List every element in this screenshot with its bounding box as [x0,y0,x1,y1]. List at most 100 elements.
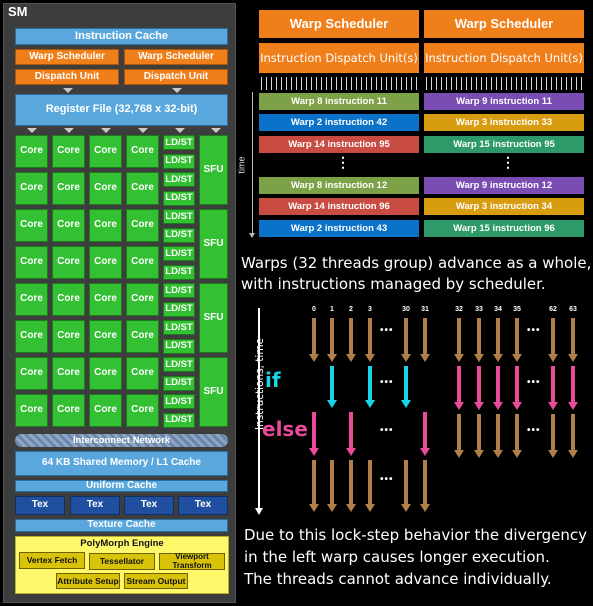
if-thread-arrow-head-icon [327,400,337,408]
thread-index: 32 [455,306,463,313]
shared-memory: 64 KB Shared Memory / L1 Cache [15,451,228,476]
ldst-unit: LD/ST [163,227,195,243]
ellipsis-icon: ••• [380,325,394,336]
ldst-unit: LD/ST [163,412,195,428]
viewport-transform: Viewport Transform [159,552,225,570]
ellipsis-icon: ••• [527,377,541,388]
thread-arrow-head-icon [493,450,503,458]
branch-thread-arrow [457,366,461,403]
ellipsis-icon: ••• [380,474,394,485]
thread-arrow-head-icon [346,354,356,362]
core-unit: Core [52,135,85,168]
thread-index: 0 [312,306,316,313]
tex-unit: Tex [15,496,65,515]
if-thread-arrow-head-icon [365,400,375,408]
core-unit: Core [52,283,85,316]
if-thread-arrow [330,366,334,401]
core-unit: Core [52,357,85,390]
else-thread-arrow-head-icon [420,448,430,456]
tex-unit: Tex [70,496,120,515]
thread-arrow [571,414,575,451]
thread-arrow [330,460,334,505]
core-unit: Core [15,172,48,205]
core-unit: Core [52,172,85,205]
thread-index: 3 [368,306,372,313]
ldst-unit: LD/ST [163,264,195,280]
thread-arrow-head-icon [493,354,503,362]
thread-arrow [477,318,481,355]
warp-scheduler-1: Warp Scheduler [15,49,119,65]
down-arrow-icon [175,128,185,133]
ellipsis-icon: ••• [380,425,394,436]
core-unit: Core [126,135,159,168]
warp-instruction: Warp 3 instruction 34 [424,198,584,215]
warp-scheduler-right: Warp Scheduler [424,10,584,38]
core-unit: Core [15,320,48,353]
sm-title: SM [8,4,28,19]
thread-arrow-head-icon [454,354,464,362]
ellipsis-icon: ••• [380,377,394,388]
ldst-unit: LD/ST [163,375,195,391]
else-thread-arrow-head-icon [346,448,356,456]
thread-arrow-head-icon [474,450,484,458]
thread-arrow-head-icon [420,354,430,362]
down-arrow-icon [64,128,74,133]
warp-instruction: Warp 3 instruction 33 [424,114,584,131]
else-thread-arrow [349,412,353,449]
warp-instruction: Warp 9 instruction 11 [424,93,584,110]
thread-arrow-head-icon [420,504,430,512]
texture-cache: Texture Cache [15,519,228,532]
thread-arrow-head-icon [548,354,558,362]
caption-bottom-line-1: Due to this lock-step behavior the diver… [244,526,587,544]
interconnect-network: Interconnect Network [15,434,228,447]
thread-arrow-head-icon [512,450,522,458]
uniform-cache: Uniform Cache [15,480,228,492]
core-unit: Core [52,246,85,279]
core-unit: Core [126,283,159,316]
core-unit: Core [89,135,122,168]
else-thread-arrow-head-icon [309,448,319,456]
core-unit: Core [89,394,122,427]
core-unit: Core [89,320,122,353]
branch-thread-arrow-head-icon [474,402,484,410]
thread-arrow-head-icon [548,450,558,458]
caption-bottom-line-2: in the left warp causes longer execution… [244,548,550,566]
down-arrow-icon [101,128,111,133]
thread-arrow [496,414,500,451]
branch-thread-arrow [571,366,575,403]
ldst-unit: LD/ST [163,135,195,150]
core-unit: Core [126,357,159,390]
thread-arrow-head-icon [346,504,356,512]
warp-instruction: Warp 14 instruction 96 [259,198,419,215]
core-unit: Core [126,172,159,205]
dispatch-arrows [426,77,582,90]
register-file: Register File (32,768 x 32-bit) [15,94,228,126]
thread-arrow-head-icon [568,450,578,458]
dispatch-unit-right: Instruction Dispatch Unit(s) [424,43,584,73]
warp-instruction: Warp 14 instruction 95 [259,136,419,153]
core-unit: Core [89,246,122,279]
thread-arrow [551,414,555,451]
thread-arrow [496,318,500,355]
thread-arrow [515,318,519,355]
dispatch-unit-left: Instruction Dispatch Unit(s) [259,43,419,73]
attribute-setup: Attribute Setup [56,573,120,589]
ellipsis-icon: ••• [527,325,541,336]
ldst-unit: LD/ST [163,338,195,354]
caption-bottom-line-3: The threads cannot advance individually. [244,570,552,588]
ldst-unit: LD/ST [163,357,195,372]
dispatch-unit-2: Dispatch Unit [124,69,228,85]
down-arrow-icon [138,128,148,133]
ldst-unit: LD/ST [163,283,195,298]
branch-thread-arrow-head-icon [454,402,464,410]
thread-index: 35 [513,306,521,313]
core-unit: Core [52,209,85,242]
branch-thread-arrow [477,366,481,403]
down-arrow-icon [172,88,182,93]
thread-arrow [423,460,427,505]
down-arrow-icon [27,128,37,133]
warp-instruction: Warp 2 instruction 43 [259,220,419,237]
ldst-unit: LD/ST [163,172,195,187]
thread-arrow-head-icon [365,354,375,362]
thread-arrow-head-icon [309,354,319,362]
